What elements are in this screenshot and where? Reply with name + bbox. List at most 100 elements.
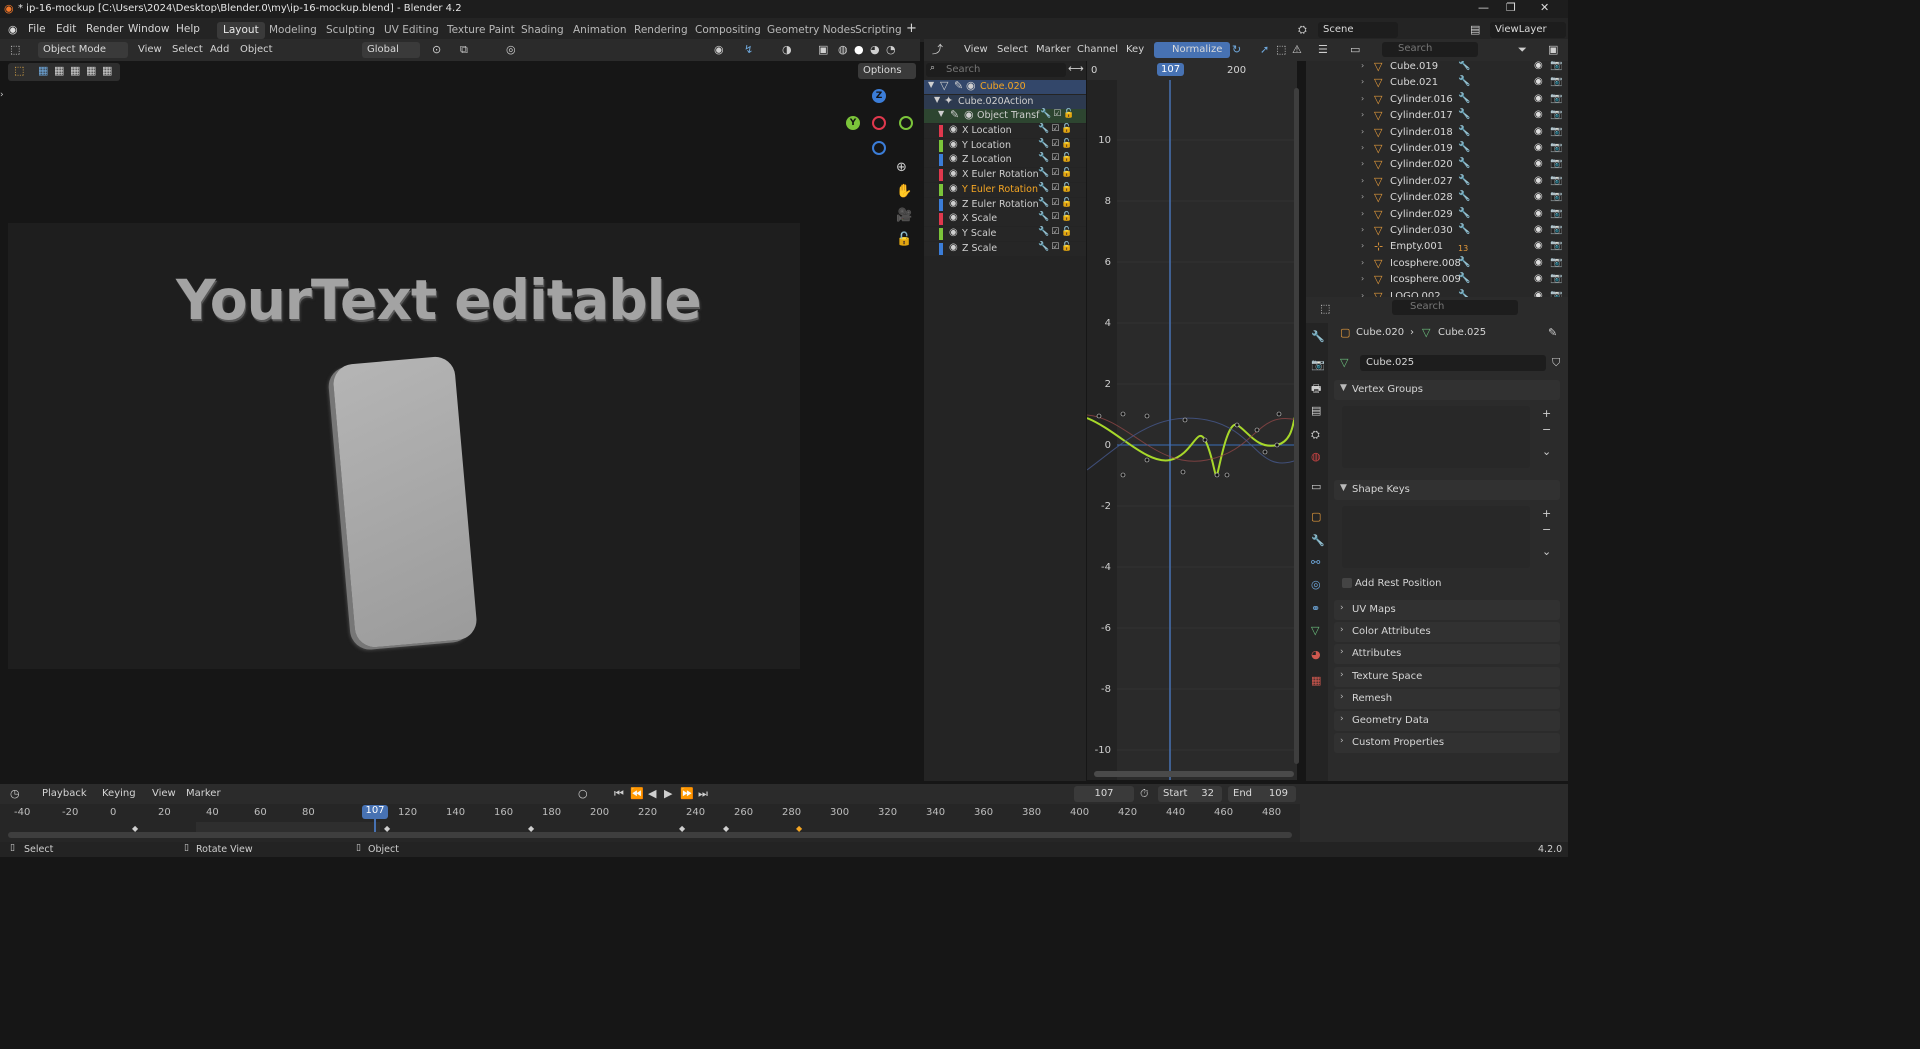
preview-range-icon[interactable]: ⏱: [1140, 788, 1149, 799]
menu-help[interactable]: Help: [176, 23, 200, 35]
visibility-eye-icon[interactable]: ◉: [1534, 224, 1543, 235]
graph-frame-current[interactable]: 107: [1157, 63, 1185, 76]
particles-tab-icon[interactable]: ⚯: [1311, 557, 1320, 568]
visibility-eye-icon[interactable]: ◉: [1534, 142, 1543, 153]
timeline-scrollbar[interactable]: [8, 832, 1292, 838]
expand-arrow-icon[interactable]: ›: [1361, 143, 1364, 152]
display-mode-icon[interactable]: ▭: [1350, 44, 1360, 55]
view-layer-icon[interactable]: ▤: [1470, 24, 1480, 35]
outliner-item[interactable]: › ▽ LOGO.002 🔧 ◉ 📷: [1306, 289, 1568, 297]
render-camera-icon[interactable]: 📷: [1550, 208, 1562, 219]
visibility-eye-icon[interactable]: ◉: [1534, 76, 1543, 87]
material-tab-icon[interactable]: ◕: [1311, 649, 1321, 660]
graph-v-scrollbar[interactable]: [1294, 88, 1299, 764]
fcurve-channel-tools[interactable]: 🔧☑🔓: [1038, 227, 1074, 237]
keyframe-diamond-icon[interactable]: ◆: [384, 825, 390, 833]
render-camera-icon[interactable]: 📷: [1550, 273, 1562, 284]
outliner-item[interactable]: › ▽ Cylinder.020 🔧 ◉ 📷: [1306, 157, 1568, 173]
snap-icon[interactable]: ⧉: [460, 44, 468, 55]
outliner-item[interactable]: › ▽ Cylinder.027 🔧 ◉ 📷: [1306, 174, 1568, 190]
pin-icon[interactable]: ✎: [1548, 327, 1557, 338]
overlay-toggle-icon[interactable]: ◑: [782, 44, 792, 55]
normalize-toggle[interactable]: Normalize: [1154, 42, 1230, 58]
lock-view-icon[interactable]: 🔓: [896, 233, 912, 246]
fcurve-channel[interactable]: ◉ Z Location 🔧☑🔓: [924, 153, 1086, 168]
collapsed-panel[interactable]: › Texture Space: [1334, 666, 1560, 687]
filter-icon[interactable]: ⏷: [1518, 44, 1527, 55]
only-selected-icon[interactable]: ➚: [1260, 44, 1269, 55]
eye-icon[interactable]: ◉: [949, 227, 958, 238]
outliner-item[interactable]: › ▽ Cylinder.028 🔧 ◉ 📷: [1306, 190, 1568, 206]
mesh-data-icon[interactable]: ▽: [1340, 357, 1348, 368]
panel-vertex-groups[interactable]: ▼ Vertex Groups: [1334, 380, 1560, 400]
expand-arrow-icon[interactable]: ›: [1361, 176, 1364, 185]
tab-scripting[interactable]: Scripting: [849, 22, 908, 39]
expand-arrow-icon[interactable]: ›: [1361, 159, 1364, 168]
menu-file[interactable]: File: [28, 23, 46, 35]
tool-tab-icon[interactable]: 🔧: [1311, 331, 1325, 342]
texture-tab-icon[interactable]: ▦: [1311, 675, 1321, 686]
scene-tab-icon[interactable]: ⛭: [1311, 429, 1320, 440]
end-frame-field[interactable]: End 109: [1228, 786, 1296, 802]
modifier-icon[interactable]: 🔧: [1458, 76, 1470, 87]
tab-modeling[interactable]: Modeling: [263, 22, 323, 39]
expand-icon[interactable]: ▼: [938, 110, 944, 118]
expand-arrow-icon[interactable]: ›: [1361, 61, 1364, 70]
swap-icon[interactable]: ⟷: [1068, 63, 1084, 74]
viewport-menu-object[interactable]: Object: [240, 44, 273, 55]
expand-arrow-icon[interactable]: ›: [1361, 258, 1364, 267]
tab-geometry-nodes[interactable]: Geometry Nodes: [761, 22, 862, 39]
tab-rendering[interactable]: Rendering: [628, 22, 694, 39]
render-camera-icon[interactable]: 📷: [1550, 61, 1562, 71]
collapsed-panel[interactable]: › Color Attributes: [1334, 622, 1560, 643]
render-camera-icon[interactable]: 📷: [1550, 257, 1562, 268]
3d-text-object[interactable]: YourText editable: [176, 268, 702, 332]
eye-icon[interactable]: ◉: [949, 183, 958, 194]
render-camera-icon[interactable]: 📷: [1550, 191, 1562, 202]
tab-sculpting[interactable]: Sculpting: [320, 22, 381, 39]
remove-vertex-group-icon[interactable]: −: [1542, 424, 1551, 435]
select-new-icon[interactable]: ▦: [38, 65, 48, 76]
eye-icon[interactable]: ◉: [949, 139, 958, 150]
view-layer-tab-icon[interactable]: ▤: [1311, 405, 1321, 416]
collapsed-panel[interactable]: › UV Maps: [1334, 600, 1560, 620]
outliner-item[interactable]: › ▽ Icosphere.009 🔧 ◉ 📷: [1306, 272, 1568, 288]
fcurve-channel[interactable]: ◉ Y Location 🔧☑🔓: [924, 138, 1086, 153]
viewport-menu-view[interactable]: View: [138, 44, 162, 55]
auto-keying-icon[interactable]: ○: [578, 788, 588, 799]
scene-selector[interactable]: Scene: [1318, 22, 1398, 38]
jump-end-icon[interactable]: ⏭: [698, 788, 708, 799]
fcurve-channel-tools[interactable]: 🔧☑🔓: [1038, 124, 1074, 134]
select-invert-icon[interactable]: ▦: [86, 65, 96, 76]
outliner-item[interactable]: › ▽ Icosphere.008 🔧 ◉ 📷: [1306, 256, 1568, 272]
render-camera-icon[interactable]: 📷: [1550, 224, 1562, 235]
gizmo-z-axis[interactable]: Z: [872, 89, 886, 103]
render-camera-icon[interactable]: 📷: [1550, 240, 1562, 251]
graph-menu-key[interactable]: Key: [1126, 44, 1144, 55]
properties-type-icon[interactable]: ⬚: [1320, 303, 1330, 314]
expand-arrow-icon[interactable]: ›: [1361, 209, 1364, 218]
visibility-eye-icon[interactable]: ◉: [1534, 208, 1543, 219]
menu-window[interactable]: Window: [128, 23, 169, 35]
show-hidden-icon[interactable]: ⬚: [1276, 44, 1286, 55]
phone-mockup-object[interactable]: [331, 355, 479, 649]
eye-icon[interactable]: ◉: [966, 80, 976, 91]
outliner-type-icon[interactable]: ☰: [1318, 44, 1328, 55]
modifier-icon[interactable]: 🔧: [1458, 273, 1470, 284]
editor-type-icon[interactable]: ⬚: [10, 44, 20, 55]
outliner-search-field[interactable]: Search: [1382, 42, 1478, 57]
timeline-type-icon[interactable]: ◷: [10, 788, 20, 799]
3d-viewport[interactable]: ⬚ ▦ ▦ ▦ ▦ ▦ Options › Z Y ⊕ ✋ 🎥 🔓: [0, 61, 920, 781]
panel-shape-keys[interactable]: ▼ Shape Keys: [1334, 480, 1560, 500]
modifier-icon[interactable]: 🔧: [1458, 224, 1470, 235]
timeline-menu-view[interactable]: View: [152, 788, 176, 799]
collapsed-panel[interactable]: › Custom Properties: [1334, 733, 1560, 754]
outliner-item[interactable]: › ▽ Cube.021 🔧 ◉ 📷: [1306, 75, 1568, 91]
expand-arrow-icon[interactable]: ›: [1361, 241, 1364, 250]
pin-icon[interactable]: ✎: [954, 80, 963, 91]
new-collection-icon[interactable]: ▣: [1548, 44, 1558, 55]
outliner-item[interactable]: › ▽ Cylinder.030 🔧 ◉ 📷: [1306, 223, 1568, 239]
add-shape-key-icon[interactable]: +: [1542, 508, 1551, 519]
pan-hand-icon[interactable]: ✋: [896, 185, 912, 198]
jump-start-icon[interactable]: ⏮: [614, 788, 624, 799]
